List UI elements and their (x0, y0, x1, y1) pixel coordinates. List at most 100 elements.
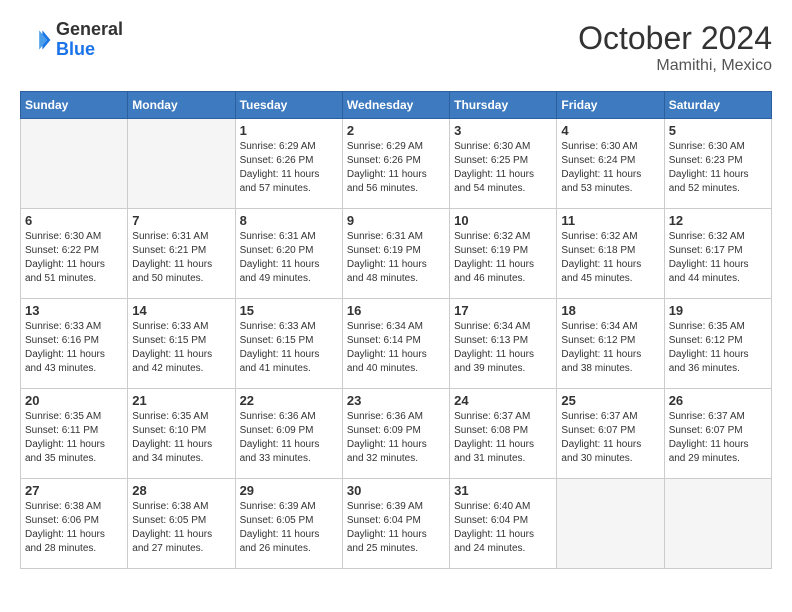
weekday-header: Thursday (450, 92, 557, 119)
calendar-cell: 2 Sunrise: 6:29 AMSunset: 6:26 PMDaylight… (342, 119, 449, 209)
day-number: 6 (25, 213, 123, 228)
calendar-cell: 23Sunrise: 6:36 AMSunset: 6:09 PMDayligh… (342, 389, 449, 479)
calendar-cell: 21 Sunrise: 6:35 AMSunset: 6:10 PMDayligh… (128, 389, 235, 479)
day-number: 3 (454, 123, 552, 138)
cell-info: Sunrise: 6:34 AMSunset: 6:14 PMDaylight:… (347, 320, 445, 376)
cell-info: Sunrise: 6:30 AMSunset: 6:25 PMDaylight:… (454, 140, 552, 196)
page-header: General Blue October 2024 Mamithi, Mexic… (20, 20, 772, 75)
cell-info: Sunrise: 6:34 AMSunset: 6:13 PMDaylight:… (454, 320, 552, 376)
logo-icon (20, 24, 52, 56)
day-number: 28 (132, 483, 230, 498)
cell-info: Sunrise: 6:30 AMSunset: 6:22 PMDaylight:… (25, 230, 123, 286)
calendar-cell: 24Sunrise: 6:37 AMSunset: 6:08 PMDayligh… (450, 389, 557, 479)
day-number: 9 (347, 213, 445, 228)
week-row: 13Sunrise: 6:33 AMSunset: 6:16 PMDayligh… (21, 299, 772, 389)
day-number: 17 (454, 303, 552, 318)
calendar-table: SundayMondayTuesdayWednesdayThursdayFrid… (20, 91, 772, 569)
cell-info: Sunrise: 6:31 AMSunset: 6:20 PMDaylight:… (240, 230, 338, 286)
day-number: 14 (132, 303, 230, 318)
day-number: 25 (561, 393, 659, 408)
day-number: 15 (240, 303, 338, 318)
calendar-cell: 14 Sunrise: 6:33 AMSunset: 6:15 PMDayligh… (128, 299, 235, 389)
location: Mamithi, Mexico (578, 57, 772, 75)
cell-info: Sunrise: 6:30 AMSunset: 6:24 PMDaylight:… (561, 140, 659, 196)
weekday-header: Wednesday (342, 92, 449, 119)
day-number: 19 (669, 303, 767, 318)
day-number: 12 (669, 213, 767, 228)
calendar-cell: 18 Sunrise: 6:34 AMSunset: 6:12 PMDayligh… (557, 299, 664, 389)
calendar-cell: 11 Sunrise: 6:32 AMSunset: 6:18 PMDayligh… (557, 209, 664, 299)
cell-info: Sunrise: 6:35 AMSunset: 6:11 PMDaylight:… (25, 410, 123, 466)
weekday-header: Saturday (664, 92, 771, 119)
day-number: 26 (669, 393, 767, 408)
week-row: 20 Sunrise: 6:35 AMSunset: 6:11 PMDayligh… (21, 389, 772, 479)
day-number: 18 (561, 303, 659, 318)
title-block: October 2024 Mamithi, Mexico (578, 20, 772, 75)
day-number: 8 (240, 213, 338, 228)
logo: General Blue (20, 20, 123, 60)
day-number: 16 (347, 303, 445, 318)
calendar-cell: 17 Sunrise: 6:34 AMSunset: 6:13 PMDayligh… (450, 299, 557, 389)
cell-info: Sunrise: 6:32 AMSunset: 6:19 PMDaylight:… (454, 230, 552, 286)
cell-info: Sunrise: 6:36 AMSunset: 6:09 PMDaylight:… (347, 410, 445, 466)
cell-info: Sunrise: 6:33 AMSunset: 6:15 PMDaylight:… (240, 320, 338, 376)
weekday-header: Friday (557, 92, 664, 119)
cell-info: Sunrise: 6:35 AMSunset: 6:12 PMDaylight:… (669, 320, 767, 376)
calendar-cell: 7Sunrise: 6:31 AMSunset: 6:21 PMDaylight… (128, 209, 235, 299)
cell-info: Sunrise: 6:38 AMSunset: 6:06 PMDaylight:… (25, 500, 123, 556)
calendar-cell: 28 Sunrise: 6:38 AMSunset: 6:05 PMDayligh… (128, 479, 235, 569)
cell-info: Sunrise: 6:29 AMSunset: 6:26 PMDaylight:… (240, 140, 338, 196)
day-number: 10 (454, 213, 552, 228)
calendar-cell: 6 Sunrise: 6:30 AMSunset: 6:22 PMDaylight… (21, 209, 128, 299)
cell-info: Sunrise: 6:32 AMSunset: 6:17 PMDaylight:… (669, 230, 767, 286)
day-number: 13 (25, 303, 123, 318)
calendar-header-row: SundayMondayTuesdayWednesdayThursdayFrid… (21, 92, 772, 119)
calendar-cell: 8 Sunrise: 6:31 AMSunset: 6:20 PMDaylight… (235, 209, 342, 299)
day-number: 30 (347, 483, 445, 498)
week-row: 27Sunrise: 6:38 AMSunset: 6:06 PMDayligh… (21, 479, 772, 569)
cell-info: Sunrise: 6:33 AMSunset: 6:15 PMDaylight:… (132, 320, 230, 376)
day-number: 7 (132, 213, 230, 228)
cell-info: Sunrise: 6:38 AMSunset: 6:05 PMDaylight:… (132, 500, 230, 556)
calendar-cell: 1Sunrise: 6:29 AMSunset: 6:26 PMDaylight… (235, 119, 342, 209)
cell-info: Sunrise: 6:29 AMSunset: 6:26 PMDaylight:… (347, 140, 445, 196)
week-row: 1Sunrise: 6:29 AMSunset: 6:26 PMDaylight… (21, 119, 772, 209)
day-number: 4 (561, 123, 659, 138)
day-number: 31 (454, 483, 552, 498)
calendar-cell: 16 Sunrise: 6:34 AMSunset: 6:14 PMDayligh… (342, 299, 449, 389)
week-row: 6 Sunrise: 6:30 AMSunset: 6:22 PMDaylight… (21, 209, 772, 299)
day-number: 2 (347, 123, 445, 138)
calendar-cell: 22Sunrise: 6:36 AMSunset: 6:09 PMDayligh… (235, 389, 342, 479)
cell-info: Sunrise: 6:35 AMSunset: 6:10 PMDaylight:… (132, 410, 230, 466)
calendar-cell: 19 Sunrise: 6:35 AMSunset: 6:12 PMDayligh… (664, 299, 771, 389)
calendar-cell: 12 Sunrise: 6:32 AMSunset: 6:17 PMDayligh… (664, 209, 771, 299)
day-number: 24 (454, 393, 552, 408)
day-number: 5 (669, 123, 767, 138)
cell-info: Sunrise: 6:32 AMSunset: 6:18 PMDaylight:… (561, 230, 659, 286)
cell-info: Sunrise: 6:31 AMSunset: 6:19 PMDaylight:… (347, 230, 445, 286)
cell-info: Sunrise: 6:34 AMSunset: 6:12 PMDaylight:… (561, 320, 659, 376)
calendar-cell (664, 479, 771, 569)
day-number: 20 (25, 393, 123, 408)
calendar-cell: 30 Sunrise: 6:39 AMSunset: 6:04 PMDayligh… (342, 479, 449, 569)
calendar-cell (21, 119, 128, 209)
calendar-cell: 10 Sunrise: 6:32 AMSunset: 6:19 PMDayligh… (450, 209, 557, 299)
calendar-cell: 29Sunrise: 6:39 AMSunset: 6:05 PMDayligh… (235, 479, 342, 569)
calendar-cell: 20 Sunrise: 6:35 AMSunset: 6:11 PMDayligh… (21, 389, 128, 479)
calendar-cell: 15 Sunrise: 6:33 AMSunset: 6:15 PMDayligh… (235, 299, 342, 389)
calendar-cell: 27Sunrise: 6:38 AMSunset: 6:06 PMDayligh… (21, 479, 128, 569)
day-number: 21 (132, 393, 230, 408)
cell-info: Sunrise: 6:37 AMSunset: 6:07 PMDaylight:… (561, 410, 659, 466)
weekday-header: Monday (128, 92, 235, 119)
weekday-header: Sunday (21, 92, 128, 119)
month-title: October 2024 (578, 20, 772, 57)
calendar-cell: 13Sunrise: 6:33 AMSunset: 6:16 PMDayligh… (21, 299, 128, 389)
calendar-cell: 4 Sunrise: 6:30 AMSunset: 6:24 PMDaylight… (557, 119, 664, 209)
logo-general: General (56, 19, 123, 39)
cell-info: Sunrise: 6:39 AMSunset: 6:05 PMDaylight:… (240, 500, 338, 556)
day-number: 11 (561, 213, 659, 228)
calendar-cell: 31Sunrise: 6:40 AMSunset: 6:04 PMDayligh… (450, 479, 557, 569)
calendar-cell: 5Sunrise: 6:30 AMSunset: 6:23 PMDaylight… (664, 119, 771, 209)
cell-info: Sunrise: 6:39 AMSunset: 6:04 PMDaylight:… (347, 500, 445, 556)
calendar-cell: 9 Sunrise: 6:31 AMSunset: 6:19 PMDaylight… (342, 209, 449, 299)
